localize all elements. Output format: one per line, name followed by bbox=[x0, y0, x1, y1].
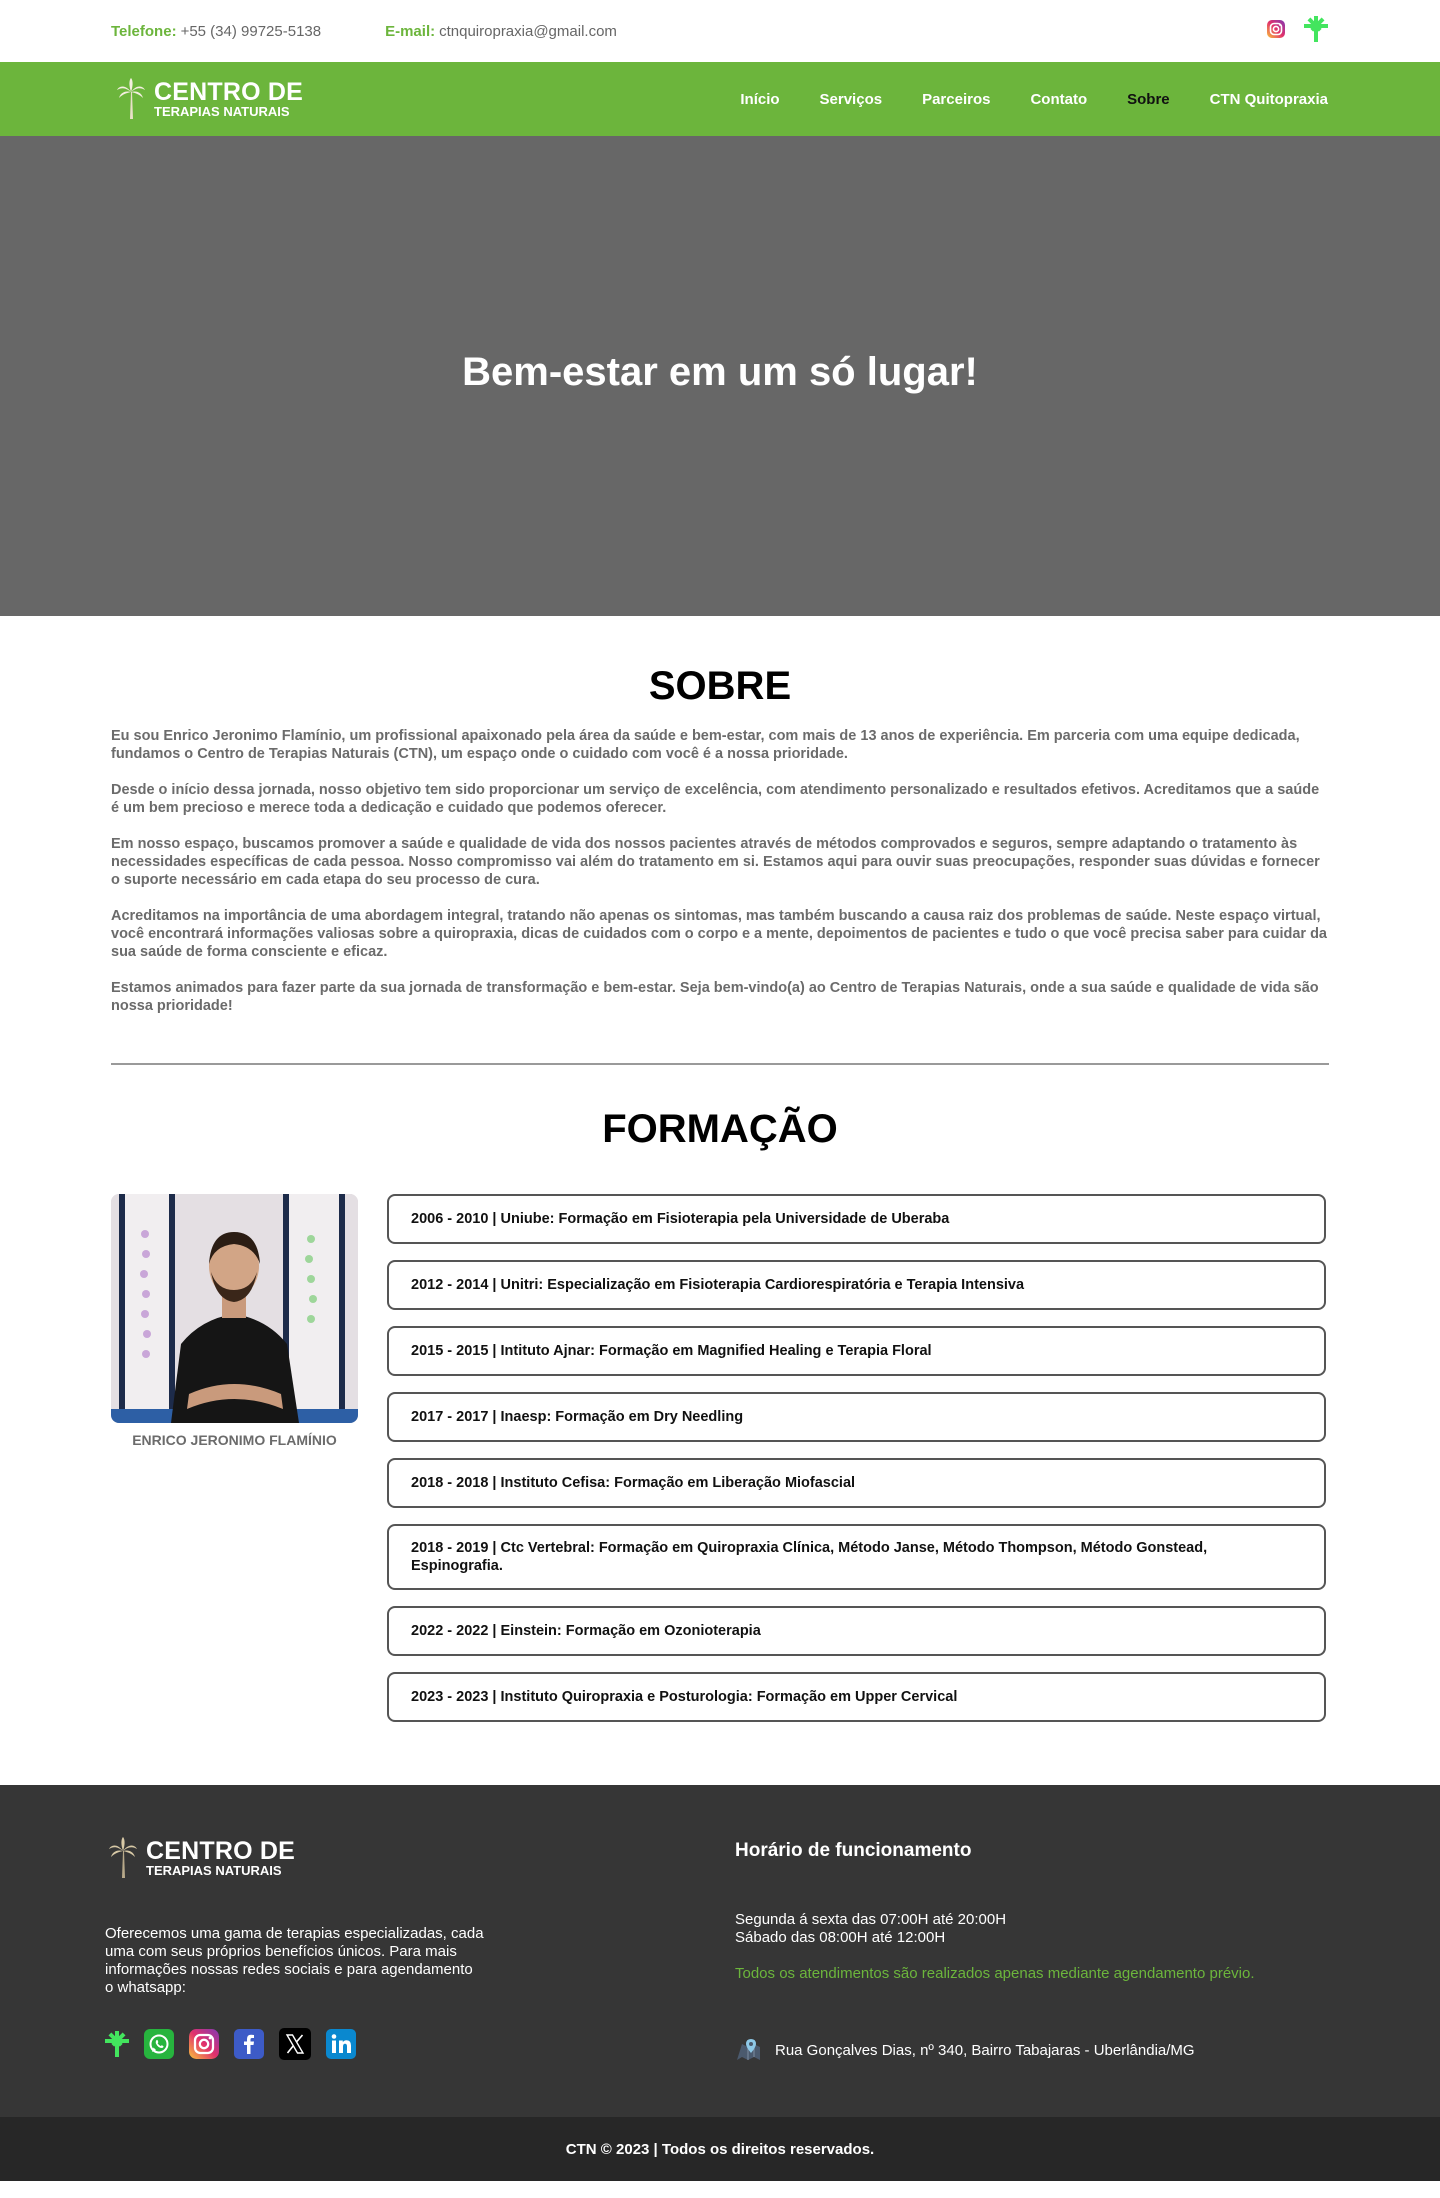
instagram-icon[interactable] bbox=[1266, 19, 1286, 39]
nav-item-contato[interactable]: Contato bbox=[1030, 91, 1087, 108]
profile-card: ENRICO JERONIMO FLAMÍNIO bbox=[111, 1194, 358, 1448]
about-paragraph: Eu sou Enrico Jeronimo Flamínio, um prof… bbox=[111, 728, 1300, 762]
education-item: 2018 - 2019 | Ctc Vertebral: Formação em… bbox=[387, 1524, 1326, 1590]
nav-item-inicio[interactable]: Início bbox=[740, 91, 779, 108]
address[interactable]: Rua Gonçalves Dias, nº 340, Bairro Tabaj… bbox=[735, 2036, 1335, 2064]
phone-contact: Telefone: +55 (34) 99725-5138 bbox=[111, 23, 321, 40]
nav-item-sobre[interactable]: Sobre bbox=[1127, 91, 1170, 108]
email-contact: E-mail: ctnquiropraxia@gmail.com bbox=[385, 23, 617, 40]
nav-item-servicos[interactable]: Serviços bbox=[820, 91, 883, 108]
education-item: 2022 - 2022 | Einstein: Formação em Ozon… bbox=[387, 1606, 1326, 1656]
copyright-bar: CTN © 2023 | Todos os direitos reservado… bbox=[0, 2117, 1440, 2181]
brand-name-line1: CENTRO DE bbox=[154, 77, 304, 106]
email-value[interactable]: ctnquiropraxia@gmail.com bbox=[439, 23, 617, 40]
appointment-note: Todos os atendimentos são realizados ape… bbox=[735, 1965, 1255, 1982]
instagram-icon[interactable] bbox=[189, 2029, 219, 2059]
phone-value[interactable]: +55 (34) 99725-5138 bbox=[181, 23, 322, 40]
about-paragraph: Desde o início dessa jornada, nosso obje… bbox=[111, 782, 1320, 816]
nav-menu: Início Serviços Parceiros Contato Sobre … bbox=[700, 91, 1328, 108]
about-title: SOBRE bbox=[648, 664, 792, 708]
profile-photo bbox=[111, 1194, 358, 1423]
about-section: SOBRE Eu sou Enrico Jeronimo Flamínio, u… bbox=[0, 616, 1440, 1015]
education-item: 2017 - 2017 | Inaesp: Formação em Dry Ne… bbox=[387, 1392, 1326, 1442]
palm-tree-logo-icon bbox=[117, 78, 145, 119]
address-text: Rua Gonçalves Dias, nº 340, Bairro Tabaj… bbox=[775, 2041, 1195, 2059]
footer-description: Oferecemos uma gama de terapias especial… bbox=[105, 1925, 484, 1996]
brand-name-line2: TERAPIAS NATURAIS bbox=[154, 103, 290, 119]
brand-logo[interactable]: CENTRO DE TERAPIAS NATURAIS bbox=[116, 78, 303, 120]
education-item: 2018 - 2018 | Instituto Cefisa: Formação… bbox=[387, 1458, 1326, 1508]
linkedin-icon[interactable] bbox=[326, 2029, 356, 2059]
top-contact-bar: Telefone: +55 (34) 99725-5138 E-mail: ct… bbox=[0, 0, 1440, 62]
education-title: FORMAÇÃO bbox=[602, 1107, 838, 1151]
footer-logo[interactable]: CENTRO DE TERAPIAS NATURAIS bbox=[108, 1837, 295, 1879]
nav-item-ctn-quitopraxia[interactable]: CTN Quitopraxia bbox=[1210, 91, 1328, 108]
main-navigation-bar: CENTRO DE TERAPIAS NATURAIS Início Servi… bbox=[0, 62, 1440, 136]
site-footer: CENTRO DE TERAPIAS NATURAIS Oferecemos u… bbox=[0, 1785, 1440, 2117]
hero-banner: Bem-estar em um só lugar! bbox=[0, 136, 1440, 616]
hero-title: Bem-estar em um só lugar! bbox=[462, 349, 978, 394]
education-item: 2006 - 2010 | Uniube: Formação em Fisiot… bbox=[387, 1194, 1326, 1244]
linktree-icon[interactable] bbox=[105, 2030, 129, 2058]
about-paragraph: Estamos animados para fazer parte da sua… bbox=[111, 980, 1319, 1014]
education-item: 2023 - 2023 | Instituto Quiropraxia e Po… bbox=[387, 1672, 1326, 1722]
nav-item-parceiros[interactable]: Parceiros bbox=[922, 91, 990, 108]
footer-social-links bbox=[105, 2028, 356, 2060]
footer-brand-line1: CENTRO DE bbox=[146, 1836, 296, 1865]
copyright-text: CTN © 2023 | Todos os direitos reservado… bbox=[565, 2140, 875, 2158]
hours-weekdays: Segunda á sexta das 07:00H até 20:00H bbox=[735, 1911, 1007, 1928]
hours-title: Horário de funcionamento bbox=[735, 1840, 972, 1861]
education-section: FORMAÇÃO ENRICO JERONIMO FLAMÍNIO 2006 -… bbox=[0, 1065, 1440, 1738]
profile-name: ENRICO JERONIMO FLAMÍNIO bbox=[132, 1432, 337, 1448]
facebook-icon[interactable] bbox=[234, 2029, 264, 2059]
phone-label: Telefone: bbox=[111, 22, 177, 40]
opening-hours: Horário de funcionamento Segunda á sexta… bbox=[735, 1840, 1335, 2064]
hours-saturday: Sábado das 08:00H até 12:00H bbox=[735, 1929, 946, 1946]
x-icon[interactable] bbox=[279, 2028, 311, 2060]
education-list: 2006 - 2010 | Uniube: Formação em Fisiot… bbox=[387, 1194, 1326, 1738]
footer-brand-line2: TERAPIAS NATURAIS bbox=[146, 1862, 282, 1878]
linktree-icon[interactable] bbox=[1304, 16, 1328, 42]
about-paragraph: Acreditamos na importância de uma aborda… bbox=[111, 908, 1327, 960]
palm-tree-logo-icon bbox=[109, 1837, 137, 1878]
education-item: 2012 - 2014 | Unitri: Especialização em … bbox=[387, 1260, 1326, 1310]
email-label: E-mail: bbox=[385, 22, 436, 40]
about-paragraph: Em nosso espaço, buscamos promover a saú… bbox=[111, 836, 1320, 888]
education-item: 2015 - 2015 | Intituto Ajnar: Formação e… bbox=[387, 1326, 1326, 1376]
top-social-links bbox=[1266, 16, 1328, 42]
map-location-icon bbox=[737, 2039, 760, 2060]
whatsapp-icon[interactable] bbox=[144, 2029, 174, 2059]
